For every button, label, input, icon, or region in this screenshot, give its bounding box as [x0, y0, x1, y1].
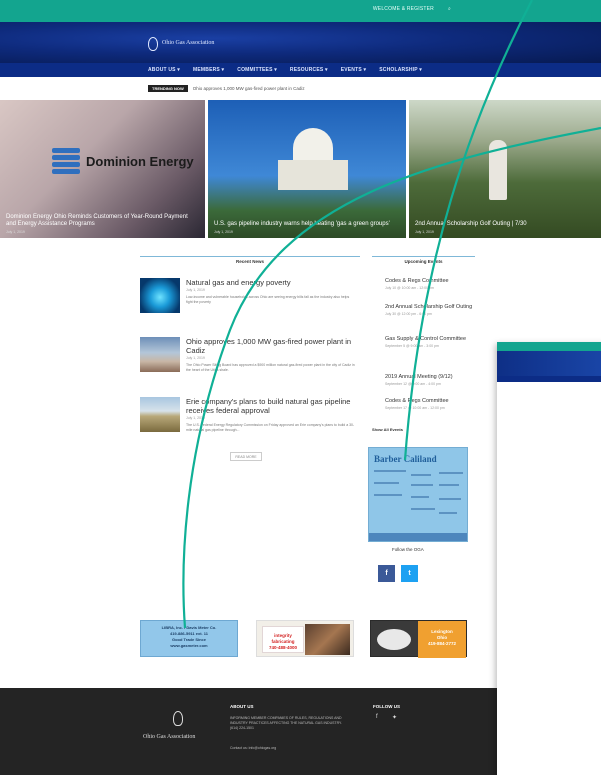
news-date: July 1, 2019 [186, 356, 205, 360]
overlay-nav [497, 376, 601, 382]
ad-lexington[interactable]: Lexington Ohio 419-884-2772 [370, 620, 467, 658]
follow-heading: Follow the OGA [392, 547, 424, 552]
news-excerpt: Low-income and vulnerable households acr… [186, 295, 350, 304]
footer-twitter-icon[interactable]: ✦ [392, 714, 397, 721]
site-header: Ohio Gas Association [0, 22, 601, 63]
trending-bar: TRENDING NOW Ohio approves 1,000 MW gas-… [148, 84, 305, 92]
ad-line: 419-884-2772 [427, 641, 457, 646]
upcoming-events-heading: Upcoming Events [372, 256, 475, 266]
event-title[interactable]: Gas Supply & Control Committee [385, 336, 480, 343]
event-date: September 17 @ 10:00 am - 12:00 pm [385, 406, 445, 410]
footer-about-text: INFORMING MEMBER COMPANIES OF RULES, REG… [230, 716, 350, 731]
event-title[interactable]: 2nd Annual Scholarship Golf Outing [385, 304, 480, 311]
event-title[interactable]: Codes & Regs Committee [385, 278, 480, 285]
site-logo-text[interactable]: Ohio Gas Association [162, 40, 214, 46]
hero-caption[interactable]: Dominion Energy Ohio Reminds Customers o… [6, 214, 199, 228]
event-item[interactable]: 2nd Annual Scholarship Golf Outing July … [385, 304, 480, 316]
homepage-screenshot: WELCOME & REGISTER ⌕ Ohio Gas Association… [0, 0, 601, 775]
ad-libra[interactable]: LIBRA, Inc. / Davis Meter Co. 419-886-59… [140, 620, 238, 657]
facebook-icon[interactable]: f [378, 565, 395, 582]
event-date: July 10 @ 10:00 am - 12:00 pm [385, 286, 434, 290]
show-all-events-link[interactable]: Show All Events [372, 427, 403, 432]
sidebar-ad-barber[interactable]: Barber Caliland [368, 447, 468, 542]
news-thumbnail[interactable] [140, 397, 180, 432]
nav-item-committees[interactable]: COMMITTEES ▾ [237, 67, 277, 73]
footer-flame-logo-icon[interactable] [173, 711, 183, 726]
overlay-topbar [497, 342, 601, 351]
news-thumbnail[interactable] [140, 337, 180, 372]
news-item[interactable]: Natural gas and energy poverty July 1, 2… [140, 278, 360, 330]
search-icon[interactable]: ⌕ [448, 6, 451, 12]
hero-date: July 1, 2019 [214, 230, 233, 234]
dominion-logo-icon [52, 148, 80, 176]
nav-item-scholarship[interactable]: SCHOLARSHIP ▾ [379, 67, 422, 73]
hero-caption[interactable]: 2nd Annual Scholarship Golf Outing | 7/3… [415, 221, 595, 228]
dominion-energy-logo: Dominion Energy [52, 148, 194, 176]
ad-line: www.gasmeter.com [170, 643, 208, 648]
hero-card-capitol[interactable]: U.S. gas pipeline industry warns help he… [208, 100, 406, 238]
news-item[interactable]: Erie company's plans to build natural ga… [140, 397, 360, 449]
footer-org-name: Ohio Gas Association [143, 734, 196, 740]
flame-logo-icon[interactable] [148, 37, 158, 51]
trending-link[interactable]: Ohio approves 1,000 MW gas-fired power p… [193, 86, 305, 91]
overlay-header [497, 351, 601, 376]
dominion-logo-text: Dominion Energy [86, 154, 194, 169]
hero-card-dominion[interactable]: Dominion Energy Dominion Energy Ohio Rem… [0, 100, 205, 238]
read-more-button[interactable]: READ MORE [230, 452, 262, 461]
golfer-image [489, 140, 507, 200]
hero-caption[interactable]: U.S. gas pipeline industry warns help he… [214, 221, 400, 228]
ad-headline: Barber Caliland [374, 454, 437, 464]
ad-footer-bar [369, 533, 467, 541]
ad-photo [305, 624, 350, 655]
event-item[interactable]: Codes & Regs Committee September 17 @ 10… [385, 398, 480, 410]
news-title[interactable]: Ohio approves 1,000 MW gas-fired power p… [186, 337, 356, 355]
event-date: September 5 @ 9:00 am - 3:00 pm [385, 344, 439, 348]
hero-date: July 1, 2019 [415, 230, 434, 234]
trending-tag: TRENDING NOW [148, 84, 188, 92]
main-nav: ABOUT US ▾ MEMBERS ▾ COMMITTEES ▾ RESOUR… [0, 63, 601, 77]
news-thumbnail[interactable] [140, 278, 180, 313]
utility-bar: WELCOME & REGISTER ⌕ [0, 0, 601, 22]
hero-card-golf[interactable]: 2nd Annual Scholarship Golf Outing | 7/3… [409, 100, 601, 238]
nav-item-members[interactable]: MEMBERS ▾ [193, 67, 224, 73]
welcome-link[interactable]: WELCOME & REGISTER ⌕ [373, 6, 451, 12]
nav-item-resources[interactable]: RESOURCES ▾ [290, 67, 328, 73]
news-title[interactable]: Erie company's plans to build natural ga… [186, 397, 356, 415]
ad-line: 740-488-4000 [268, 645, 298, 650]
footer-phone: (614) 224-1501 [230, 726, 254, 730]
hero-date: July 1, 2019 [6, 230, 25, 234]
lexington-logo-icon [377, 629, 411, 650]
news-date: July 1, 2019 [186, 416, 205, 420]
footer-contact[interactable]: Contact us: info@ohiogas.org [230, 746, 276, 750]
news-title[interactable]: Natural gas and energy poverty [186, 278, 356, 287]
footer-about-heading: ABOUT US [230, 704, 254, 709]
news-item[interactable]: Ohio approves 1,000 MW gas-fired power p… [140, 337, 360, 389]
lexington-text: Lexington Ohio 419-884-2772 [418, 621, 466, 658]
news-excerpt: The U.S. Federal Energy Regulatory Commi… [186, 423, 355, 432]
news-excerpt: The Ohio Power Siting Board has approved… [186, 363, 355, 372]
event-item[interactable]: Gas Supply & Control Committee September… [385, 336, 480, 348]
event-title[interactable]: Codes & Regs Committee [385, 398, 480, 405]
twitter-icon[interactable]: t [401, 565, 418, 582]
event-date: July 30 @ 12:00 pm - 6:00 pm [385, 312, 432, 316]
news-date: July 1, 2019 [186, 288, 205, 292]
event-item[interactable]: 2019 Annual Meeting (9/12) September 12 … [385, 374, 480, 386]
nav-item-events[interactable]: EVENTS ▾ [341, 67, 367, 73]
nav-item-about[interactable]: ABOUT US ▾ [148, 67, 180, 73]
capitol-image [278, 128, 348, 198]
footer-follow-heading: FOLLOW US [373, 704, 400, 709]
event-date: September 12 @ 9:00 am - 4:00 pm [385, 382, 441, 386]
event-item[interactable]: Codes & Regs Committee July 10 @ 10:00 a… [385, 278, 480, 290]
integrity-logo: integrity fabricating 740-488-4000 [262, 626, 304, 653]
recent-news-heading: Recent News [140, 256, 360, 266]
event-title[interactable]: 2019 Annual Meeting (9/12) [385, 374, 480, 381]
page-preview-overlay [497, 342, 601, 775]
footer-facebook-icon[interactable]: f [376, 714, 378, 720]
ad-integrity[interactable]: integrity fabricating 740-488-4000 [256, 620, 354, 657]
